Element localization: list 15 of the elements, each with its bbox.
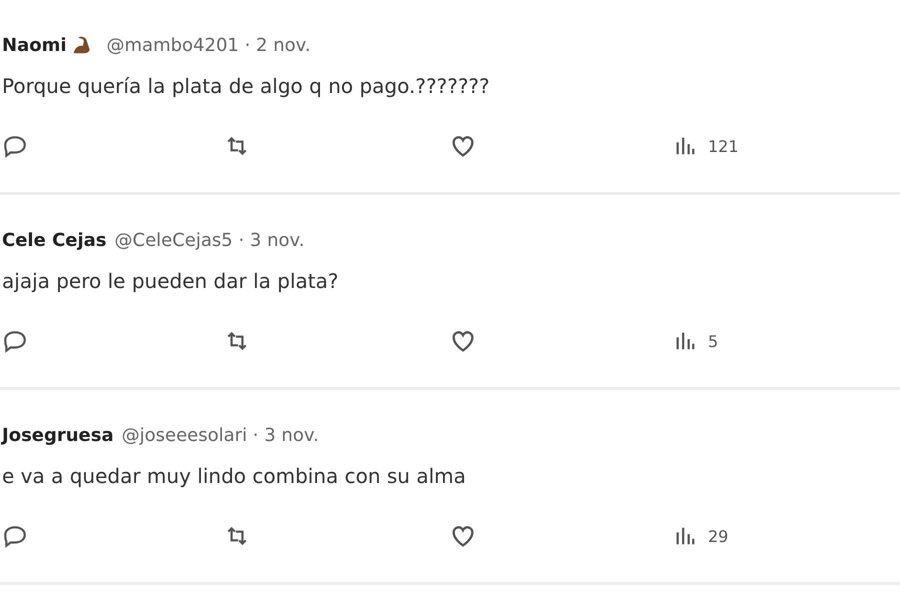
- views-icon[interactable]: [674, 525, 696, 547]
- user-name[interactable]: Josegruesa: [2, 424, 114, 446]
- handle-and-date: @CeleCejas5 · 3 nov.: [114, 230, 304, 250]
- view-count: 29: [708, 526, 728, 546]
- user-name[interactable]: Cele Cejas: [2, 230, 107, 250]
- reply-text: e va a quedar muy lindo combina con su alma: [2, 464, 467, 488]
- reply-text: ajaja pero le pueden dar la plata?: [2, 269, 340, 293]
- handle-and-date: @joseeesolari · 3 nov.: [122, 424, 319, 446]
- view-count: 121: [708, 136, 739, 156]
- views-icon[interactable]: [674, 135, 696, 157]
- reply-text: Porque quería la plata de algo q no pago.???????: [2, 74, 491, 98]
- user-name[interactable]: Naomi: [2, 34, 67, 56]
- view-count: 5: [708, 332, 718, 350]
- handle-and-date: @mambo4201 · 2 nov.: [106, 34, 311, 56]
- views-icon[interactable]: [674, 330, 696, 352]
